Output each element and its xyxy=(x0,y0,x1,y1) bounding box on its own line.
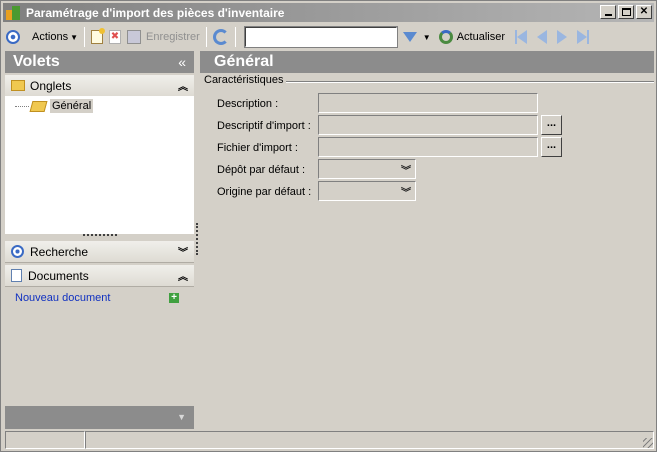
collapse-up-icon[interactable]: ︽ xyxy=(178,268,188,283)
first-record-icon[interactable] xyxy=(517,30,528,44)
previous-record-icon[interactable] xyxy=(537,30,548,44)
fichier-import-browse-button[interactable]: ... xyxy=(541,137,562,157)
description-field[interactable] xyxy=(318,93,538,113)
origine-defaut-select[interactable]: ︾ xyxy=(318,181,416,201)
minimize-button[interactable] xyxy=(600,5,616,19)
filter-icon[interactable] xyxy=(402,32,417,42)
save-button[interactable]: Enregistrer xyxy=(124,26,203,48)
sync-button[interactable] xyxy=(210,26,232,48)
depot-defaut-label: Dépôt par défaut : xyxy=(217,164,306,176)
tree-item-label: Général xyxy=(50,99,94,113)
expand-down-icon[interactable]: ︾ xyxy=(178,244,188,259)
last-record-icon[interactable] xyxy=(577,30,588,44)
volets-header: Volets « xyxy=(5,51,194,73)
tree-item-general[interactable]: Général xyxy=(15,99,94,113)
main-header: Général xyxy=(200,51,654,73)
recherche-section-header[interactable]: Recherche ︾ xyxy=(5,241,194,263)
resize-grip-icon[interactable] xyxy=(643,438,653,448)
new-document-link[interactable]: Nouveau document xyxy=(15,292,110,304)
collapse-up-icon[interactable]: ︽ xyxy=(178,78,188,93)
volets-title: Volets xyxy=(13,53,60,70)
toolbar-separator xyxy=(205,27,207,47)
documents-label: Documents xyxy=(28,268,89,283)
toolbar-separator xyxy=(84,27,85,47)
fichier-import-field[interactable] xyxy=(318,137,538,157)
filter-dropdown-icon[interactable]: ▼ xyxy=(423,33,431,42)
status-cell xyxy=(85,431,654,449)
maximize-button[interactable] xyxy=(618,5,634,19)
onglets-tree: Général xyxy=(5,96,194,234)
caret-down-icon: ▼ xyxy=(70,32,78,42)
new-button[interactable] xyxy=(88,26,106,48)
description-label: Description : xyxy=(217,98,279,110)
app-window: Paramétrage d'import des pièces d'invent… xyxy=(0,0,657,452)
window-title: Paramétrage d'import des pièces d'invent… xyxy=(26,5,285,20)
title-bar[interactable]: Paramétrage d'import des pièces d'invent… xyxy=(3,3,654,22)
group-divider xyxy=(281,81,654,83)
sync-icon xyxy=(212,29,229,45)
actions-menu[interactable]: Actions ▼ xyxy=(3,26,81,48)
search-input[interactable] xyxy=(243,26,398,48)
tree-connector xyxy=(15,105,29,107)
onglets-label: Onglets xyxy=(30,78,72,93)
depot-defaut-select[interactable]: ︾ xyxy=(318,159,416,179)
descriptif-import-label: Descriptif d'import : xyxy=(217,120,311,132)
double-chevron-down-icon[interactable]: ︾ xyxy=(399,162,413,177)
group-title: Caractéristiques xyxy=(204,74,287,86)
app-icon xyxy=(6,5,22,21)
actions-icon xyxy=(6,30,20,44)
refresh-icon[interactable] xyxy=(438,30,453,44)
add-document-icon[interactable]: + xyxy=(169,293,179,303)
delete-button[interactable]: ✖ xyxy=(106,26,124,48)
toolbar: Actions ▼ ✖ Enregistrer ▼ Actualiser xyxy=(3,24,654,50)
save-icon xyxy=(127,30,141,44)
folder-icon xyxy=(11,80,25,91)
search-icon xyxy=(11,245,24,258)
panel-footer: ▼ xyxy=(5,406,194,429)
chevron-down-icon[interactable]: ▼ xyxy=(177,412,186,422)
resize-grip[interactable] xyxy=(83,234,117,237)
refresh-label[interactable]: Actualiser xyxy=(457,31,505,43)
fichier-import-label: Fichier d'import : xyxy=(217,142,298,154)
page-title: Général xyxy=(214,53,274,70)
origine-defaut-label: Origine par défaut : xyxy=(217,186,312,198)
descriptif-import-field[interactable] xyxy=(318,115,538,135)
recherche-label: Recherche xyxy=(30,244,89,259)
next-record-icon[interactable] xyxy=(557,30,568,44)
descriptif-import-browse-button[interactable]: ... xyxy=(541,115,562,135)
documents-section-header[interactable]: Documents ︽ xyxy=(5,265,194,287)
onglets-section-header[interactable]: Onglets ︽ xyxy=(5,75,194,97)
save-label: Enregistrer xyxy=(146,31,200,43)
toolbar-separator xyxy=(234,27,236,47)
panel-splitter[interactable] xyxy=(196,223,198,255)
collapse-panel-icon[interactable]: « xyxy=(178,54,186,70)
new-document-icon xyxy=(91,28,105,44)
delete-icon: ✖ xyxy=(109,30,121,44)
status-bar xyxy=(5,431,654,449)
document-icon xyxy=(11,269,22,282)
actions-label: Actions xyxy=(32,31,69,43)
last-record-bar-icon xyxy=(587,30,590,44)
double-chevron-down-icon[interactable]: ︾ xyxy=(399,184,413,199)
status-cell xyxy=(5,431,85,449)
open-folder-icon xyxy=(29,100,48,112)
close-button[interactable]: ✕ xyxy=(636,5,652,19)
